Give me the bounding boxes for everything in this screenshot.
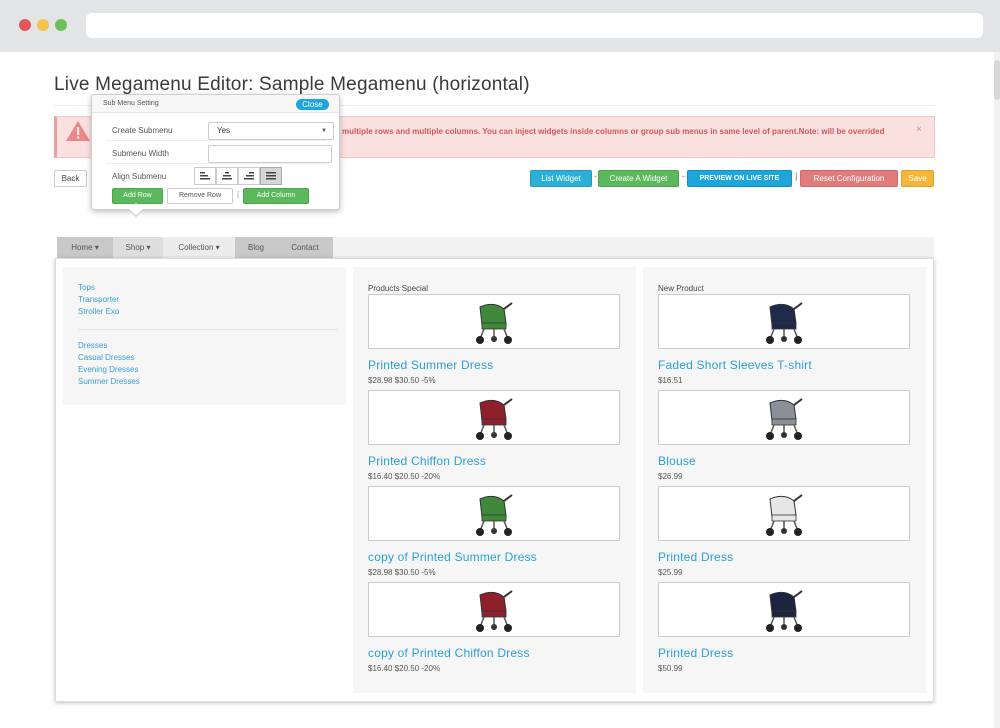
- popup-close-button[interactable]: Close: [296, 99, 329, 110]
- product-name-link[interactable]: Faded Short Sleeves T-shirt: [658, 358, 812, 372]
- align-submenu-label: Align Submenu: [112, 172, 167, 181]
- product-price: $28.98 $30.50 -5%: [368, 376, 436, 385]
- product-image[interactable]: [658, 294, 910, 349]
- stroller-image: [476, 398, 513, 440]
- product-image[interactable]: [368, 582, 620, 637]
- new-product-column[interactable]: New Product Faded Short Sleeves T-shirt $…: [643, 267, 926, 693]
- widget-title: Products Special: [368, 284, 429, 293]
- create-submenu-label: Create Submenu: [112, 126, 173, 135]
- product-name-link[interactable]: Printed Chiffon Dress: [368, 454, 486, 468]
- product-price: $25.99: [658, 568, 683, 577]
- stroller-image: [766, 398, 803, 440]
- browser-chrome: [0, 0, 1000, 52]
- preview-live-site-button[interactable]: PREVIEW ON LIVE SITE: [687, 170, 792, 187]
- product-image[interactable]: [368, 390, 620, 445]
- stroller-image: [766, 302, 803, 344]
- align-center-button[interactable]: [216, 167, 238, 185]
- submenu-width-label: Submenu Width: [112, 149, 169, 158]
- product-name-link[interactable]: Blouse: [658, 454, 696, 468]
- add-row-button[interactable]: Add Row: [112, 188, 163, 204]
- list-widget-button[interactable]: List Widget: [530, 170, 592, 187]
- category-link[interactable]: Dresses: [78, 341, 107, 350]
- align-left-button[interactable]: [194, 167, 216, 185]
- create-submenu-select[interactable]: Yes ▼: [208, 122, 334, 140]
- save-button[interactable]: Save: [901, 170, 934, 187]
- product-name-link[interactable]: Printed Dress: [658, 646, 733, 660]
- menu-item-contact[interactable]: Contact: [277, 237, 333, 258]
- window-maximize-dot[interactable]: [55, 19, 67, 31]
- megamenu-bar: Home ▾ Shop ▾ Collection ▾ Blog Contact: [57, 237, 934, 258]
- align-justify-icon: [266, 172, 276, 180]
- address-bar[interactable]: [86, 13, 983, 38]
- product-image[interactable]: [658, 486, 910, 541]
- toolbar-separator: -: [594, 171, 597, 181]
- product-image[interactable]: [368, 294, 620, 349]
- align-button-group: [194, 167, 286, 185]
- popup-header: Sub Menu Setting Close: [92, 95, 339, 113]
- align-left-icon: [200, 172, 210, 180]
- scrollbar-thumb[interactable]: [994, 60, 1000, 100]
- alert-message: multiple rows and multiple columns. You …: [342, 127, 885, 136]
- warning-icon: [66, 121, 90, 141]
- align-center-icon: [222, 172, 232, 180]
- product-image[interactable]: [368, 486, 620, 541]
- alert-close-icon[interactable]: ×: [916, 124, 922, 135]
- category-link[interactable]: Stroller Exo: [78, 307, 119, 316]
- align-right-button[interactable]: [238, 167, 260, 185]
- megamenu-dropdown: Tops Transporter Stroller Exo Dresses Ca…: [55, 258, 934, 702]
- add-column-button[interactable]: Add Column: [243, 188, 309, 204]
- category-link[interactable]: Transporter: [78, 295, 119, 304]
- align-submenu-row: Align Submenu: [106, 165, 326, 187]
- create-widget-button[interactable]: Create A Widget: [598, 170, 679, 187]
- create-submenu-value: Yes: [217, 126, 231, 135]
- stroller-image: [766, 590, 803, 632]
- stroller-image: [476, 302, 513, 344]
- category-link[interactable]: Evening Dresses: [78, 365, 138, 374]
- product-price: $16.51: [658, 376, 683, 385]
- submenu-width-row: Submenu Width: [106, 142, 332, 164]
- menu-item-home[interactable]: Home ▾: [57, 237, 113, 258]
- stroller-image: [476, 494, 513, 536]
- scrollbar-track[interactable]: [994, 52, 1000, 728]
- product-name-link[interactable]: Printed Dress: [658, 550, 733, 564]
- product-price: $26.99: [658, 472, 683, 481]
- window-minimize-dot[interactable]: [37, 19, 49, 31]
- remove-row-button[interactable]: Remove Row: [167, 188, 233, 204]
- submenu-setting-popup: Sub Menu Setting Close Create Submenu Ye…: [91, 94, 340, 210]
- submenu-width-input[interactable]: [208, 145, 332, 163]
- toolbar-separator: |: [795, 171, 798, 181]
- category-link[interactable]: Casual Dresses: [78, 353, 134, 362]
- product-image[interactable]: [658, 582, 910, 637]
- categories-column[interactable]: Tops Transporter Stroller Exo Dresses Ca…: [63, 267, 346, 405]
- product-price: $16.40 $20.50 -20%: [368, 472, 441, 481]
- category-link[interactable]: Tops: [78, 283, 95, 292]
- page-title: Live Megamenu Editor: Sample Megamenu (h…: [54, 74, 530, 95]
- category-link[interactable]: Summer Dresses: [78, 377, 140, 386]
- back-button[interactable]: Back: [54, 170, 87, 187]
- popup-title: Sub Menu Setting: [103, 100, 159, 107]
- reset-configuration-button[interactable]: Reset Configuration: [800, 170, 898, 187]
- product-price: $50.99: [658, 664, 683, 673]
- create-submenu-row: Create Submenu Yes ▼: [106, 119, 334, 141]
- product-price: $28.98 $30.50 -5%: [368, 568, 436, 577]
- category-divider: [78, 329, 338, 330]
- align-full-button[interactable]: [260, 167, 282, 185]
- window-close-dot[interactable]: [19, 19, 31, 31]
- stroller-image: [476, 590, 513, 632]
- popup-separator: |: [237, 190, 240, 199]
- align-right-icon: [244, 172, 254, 180]
- stroller-image: [766, 494, 803, 536]
- menu-item-blog[interactable]: Blog: [235, 237, 277, 258]
- toolbar-separator: -: [682, 171, 685, 181]
- product-name-link[interactable]: copy of Printed Summer Dress: [368, 550, 537, 564]
- product-name-link[interactable]: copy of Printed Chiffon Dress: [368, 646, 530, 660]
- product-image[interactable]: [658, 390, 910, 445]
- product-name-link[interactable]: Printed Summer Dress: [368, 358, 493, 372]
- widget-title: New Product: [658, 284, 704, 293]
- chevron-down-icon: ▼: [321, 128, 327, 134]
- menu-item-collection[interactable]: Collection ▾: [163, 237, 235, 258]
- menu-item-shop[interactable]: Shop ▾: [113, 237, 163, 258]
- product-price: $16.40 $20.50 -20%: [368, 664, 441, 673]
- products-special-column[interactable]: Products Special Printed Summer Dress $28…: [353, 267, 636, 693]
